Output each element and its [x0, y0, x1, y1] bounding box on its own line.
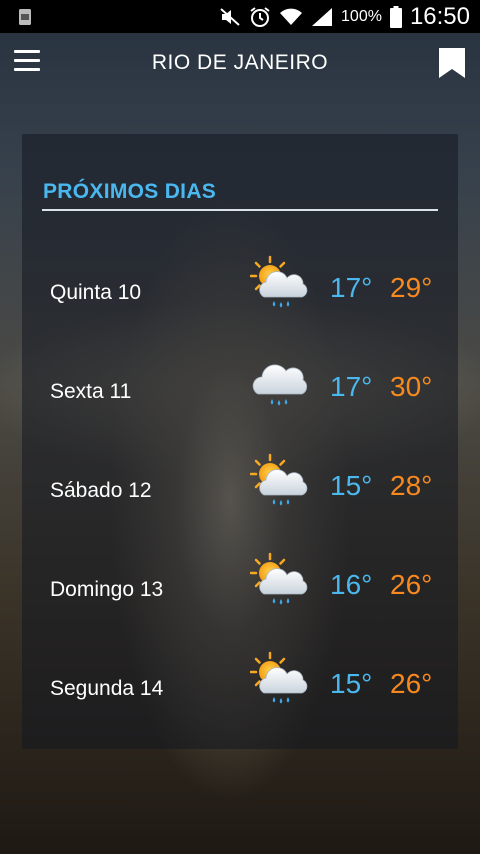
menu-icon[interactable] — [14, 50, 40, 72]
partly-cloudy-rain-icon — [250, 552, 310, 608]
clock: 16:50 — [409, 2, 470, 30]
day-name: Quinta 10 — [50, 281, 142, 304]
partly-cloudy-rain-icon — [250, 453, 310, 509]
forecast-row[interactable]: Sábado 12 15° 28° — [22, 461, 458, 521]
day-name: Segunda 14 — [50, 677, 164, 700]
forecast-row[interactable]: Sexta 11 17° 30° — [22, 362, 458, 422]
divider — [42, 209, 438, 211]
wifi-icon — [280, 8, 303, 25]
temp-min: 15° — [330, 470, 373, 501]
temp-min: 15° — [330, 668, 373, 699]
temp-max: 26° — [390, 668, 433, 699]
mute-icon — [220, 7, 240, 26]
temp-min: 16° — [330, 569, 373, 600]
temp-max: 28° — [390, 470, 433, 501]
page-title: RIO DE JANEIRO — [151, 51, 329, 74]
day-name: Sábado 12 — [50, 479, 152, 502]
forecast-row[interactable]: Segunda 14 15° 26° — [22, 659, 458, 719]
notification-icon — [19, 8, 31, 25]
temp-min: 17° — [330, 371, 373, 402]
temp-max: 26° — [390, 569, 433, 600]
signal-icon — [312, 7, 333, 26]
forecast-row[interactable]: Quinta 10 17° 29° — [22, 263, 458, 323]
battery-icon — [389, 5, 402, 28]
day-name: Sexta 11 — [50, 380, 132, 403]
partly-cloudy-rain-icon — [250, 651, 310, 707]
temp-max: 30° — [390, 371, 433, 402]
temp-max: 29° — [390, 272, 433, 303]
section-title: PRÓXIMOS DIAS — [43, 180, 217, 203]
app-bar: RIO DE JANEIRO — [0, 33, 480, 93]
day-name: Domingo 13 — [50, 578, 164, 601]
status-bar: 100% 16:50 — [0, 0, 480, 33]
partly-cloudy-rain-icon — [250, 255, 310, 311]
forecast-card: PRÓXIMOS DIAS Quinta 10 17° 29° Sexta 11… — [22, 134, 458, 749]
bookmark-icon[interactable] — [438, 47, 466, 79]
battery-percent: 100% — [341, 7, 382, 25]
forecast-row[interactable]: Domingo 13 16° 26° — [22, 560, 458, 620]
cloud-rain-icon — [250, 354, 310, 410]
temp-min: 17° — [330, 272, 373, 303]
alarm-icon — [250, 6, 270, 27]
